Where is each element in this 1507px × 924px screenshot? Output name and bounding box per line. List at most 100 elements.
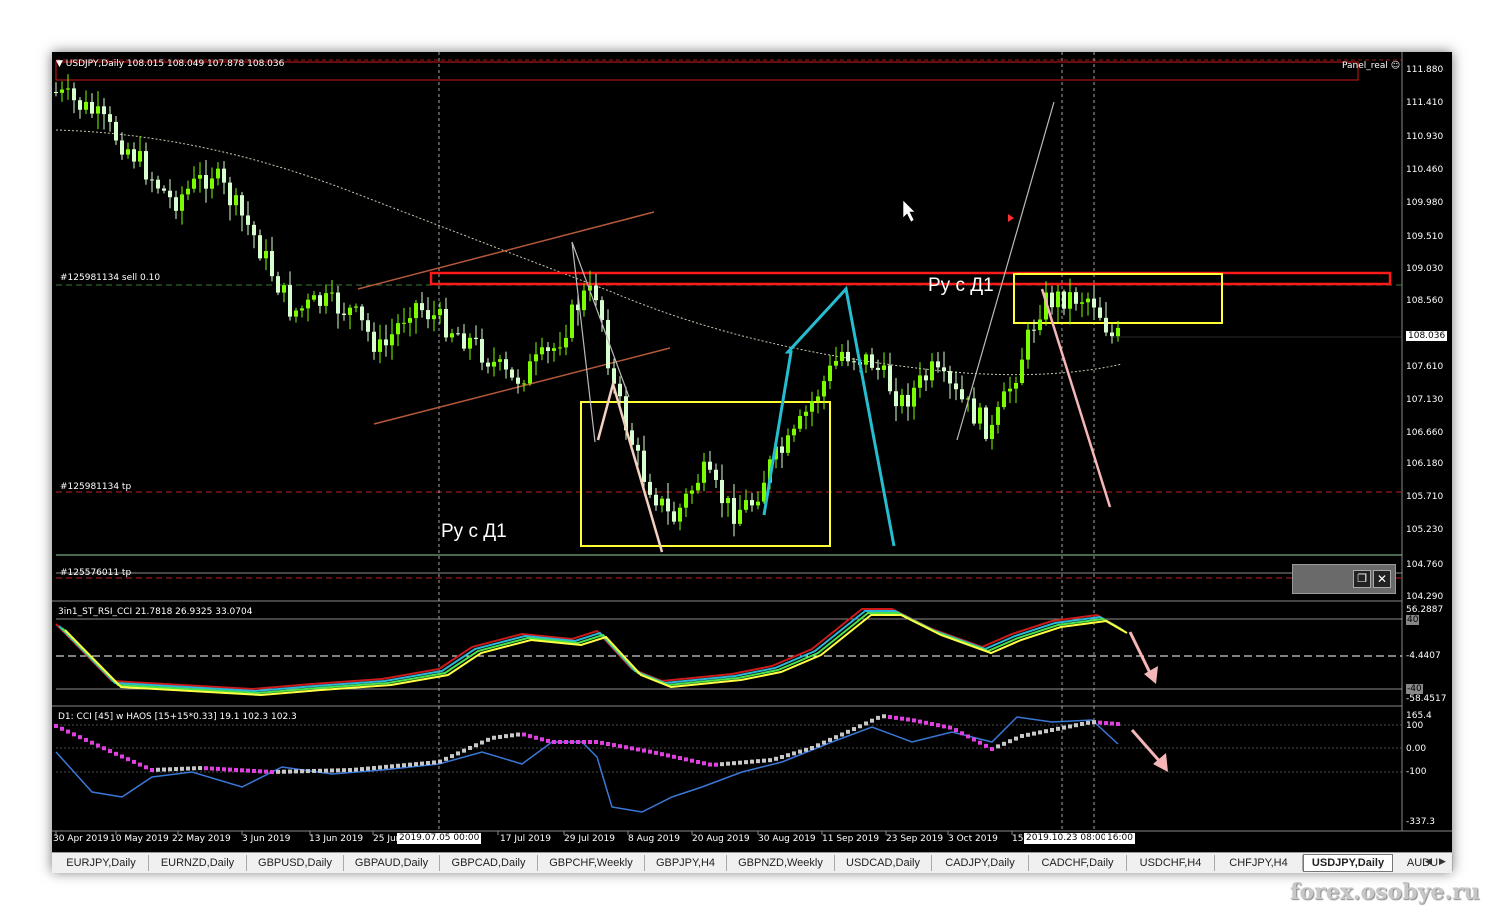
price-scale-label: 106.660 [1406,428,1444,438]
haos-dot [504,734,508,739]
haos-dot [264,769,268,774]
ind2-scale-minus100: -100 [1406,767,1427,777]
candle-body [936,361,940,368]
haos-dot [738,760,742,765]
haos-dot [660,752,664,757]
tab-scroll-left-icon[interactable]: ◀ [1425,856,1432,867]
price-scale-label: 111.410 [1406,98,1444,108]
haos-dot [144,765,148,770]
tab-gbpnzd-weekly[interactable]: GBPNZD,Weekly [727,855,835,871]
haos-dot [498,734,502,739]
haos-dot [420,761,424,766]
haos-dot [750,759,754,764]
haos-dot [540,737,544,742]
candle-body [216,168,220,179]
candle-body [84,101,88,110]
tab-scroll-right-icon[interactable]: ▶ [1439,856,1446,867]
haos-dot [72,732,76,737]
candle-body [456,333,460,335]
date-axis-label: 20 Aug 2019 [692,834,750,844]
signal-marker [1008,214,1014,222]
close-icon[interactable]: ✕ [1373,570,1391,588]
haos-dot [330,768,334,773]
candle-body [396,323,400,335]
candle-body [318,295,322,306]
haos-dot [726,761,730,766]
haos-dot [840,732,844,737]
haos-dot [960,731,964,736]
haos-dot [756,759,760,764]
price-chart[interactable] [52,52,1452,852]
haos-dot [1044,729,1048,734]
haos-dot [474,743,478,748]
tab-usdchf-h4[interactable]: USDCHF,H4 [1127,855,1215,871]
haos-dot [1116,722,1120,726]
haos-dot [714,762,718,767]
candle-body [390,334,394,346]
candle-body [984,407,988,439]
haos-dot [810,746,814,750]
candle-body [336,292,340,314]
tab-gbpcad-daily[interactable]: GBPCAD,Daily [440,855,538,871]
haos-dot [924,720,928,725]
haos-dot [1080,722,1084,726]
haos-dot [156,767,160,772]
haos-dot [348,768,352,773]
haos-dot [438,759,442,764]
haos-dot [168,767,172,772]
haos-dot [828,737,832,742]
candle-body [138,151,142,162]
candle-body [954,383,958,390]
ind2-scale-zero: 0.00 [1406,744,1427,754]
dropdown-arrow-icon[interactable]: ▼ [56,59,63,69]
tab-gbpaud-daily[interactable]: GBPAUD,Daily [344,855,440,871]
tab-chfjpy-h4[interactable]: CHFJPY,H4 [1215,855,1303,871]
candle-body [810,400,814,412]
haos-dot [396,763,400,768]
tab-eurnzd-daily[interactable]: EURNZD,Daily [149,855,247,871]
candle-body [192,178,196,189]
haos-dot [78,735,82,740]
candle-body [198,175,202,179]
haos-dot [1050,728,1054,732]
haos-dot [636,747,640,752]
candle-body [912,387,916,407]
haos-dot [96,743,100,748]
candle-body [942,367,946,372]
tab-eurjpy-daily[interactable]: EURJPY,Daily [54,855,149,871]
tab-usdcad-daily[interactable]: USDCAD,Daily [835,855,932,871]
panel-label[interactable]: Panel_real ☺ [1342,61,1400,71]
mini-panel[interactable]: ❐ ✕ [1292,564,1396,594]
candle-body [744,500,748,510]
candle-body [114,121,118,141]
restore-window-icon[interactable]: ❐ [1353,570,1371,588]
candle-body [870,354,874,368]
tab-gbpjpy-h4[interactable]: GBPJPY,H4 [645,855,727,871]
candle-body [402,322,406,324]
candle-body [420,303,424,311]
haos-dot [180,766,184,771]
haos-dot [906,717,910,722]
haos-dot [954,728,958,733]
haos-dot [408,762,412,767]
haos-dot [492,735,496,740]
tab-usdjpy-daily[interactable]: USDJPY,Daily [1303,854,1393,872]
haos-dot [624,745,628,750]
resistance-zone[interactable] [429,271,1392,286]
date-axis-label: 30 Apr 2019 [53,834,109,844]
channel-upper[interactable] [357,211,655,290]
tab-cadjpy-daily[interactable]: CADJPY,Daily [932,855,1029,871]
candle-body [384,339,388,346]
candle-body [300,308,304,311]
haos-dot [60,726,64,731]
candle-body [594,285,598,301]
tab-gbpusd-daily[interactable]: GBPUSD,Daily [247,855,344,871]
candle-body [366,320,370,332]
tab-cadchf-daily[interactable]: CADCHF,Daily [1029,855,1127,871]
tab-gbpchf-weekly[interactable]: GBPCHF,Weekly [538,855,645,871]
haos-dot [138,762,142,767]
date-axis-label: 8 Aug 2019 [628,834,680,844]
price-scale-label: 110.460 [1406,165,1444,175]
haos-dot [354,767,358,772]
haos-dot [318,768,322,773]
